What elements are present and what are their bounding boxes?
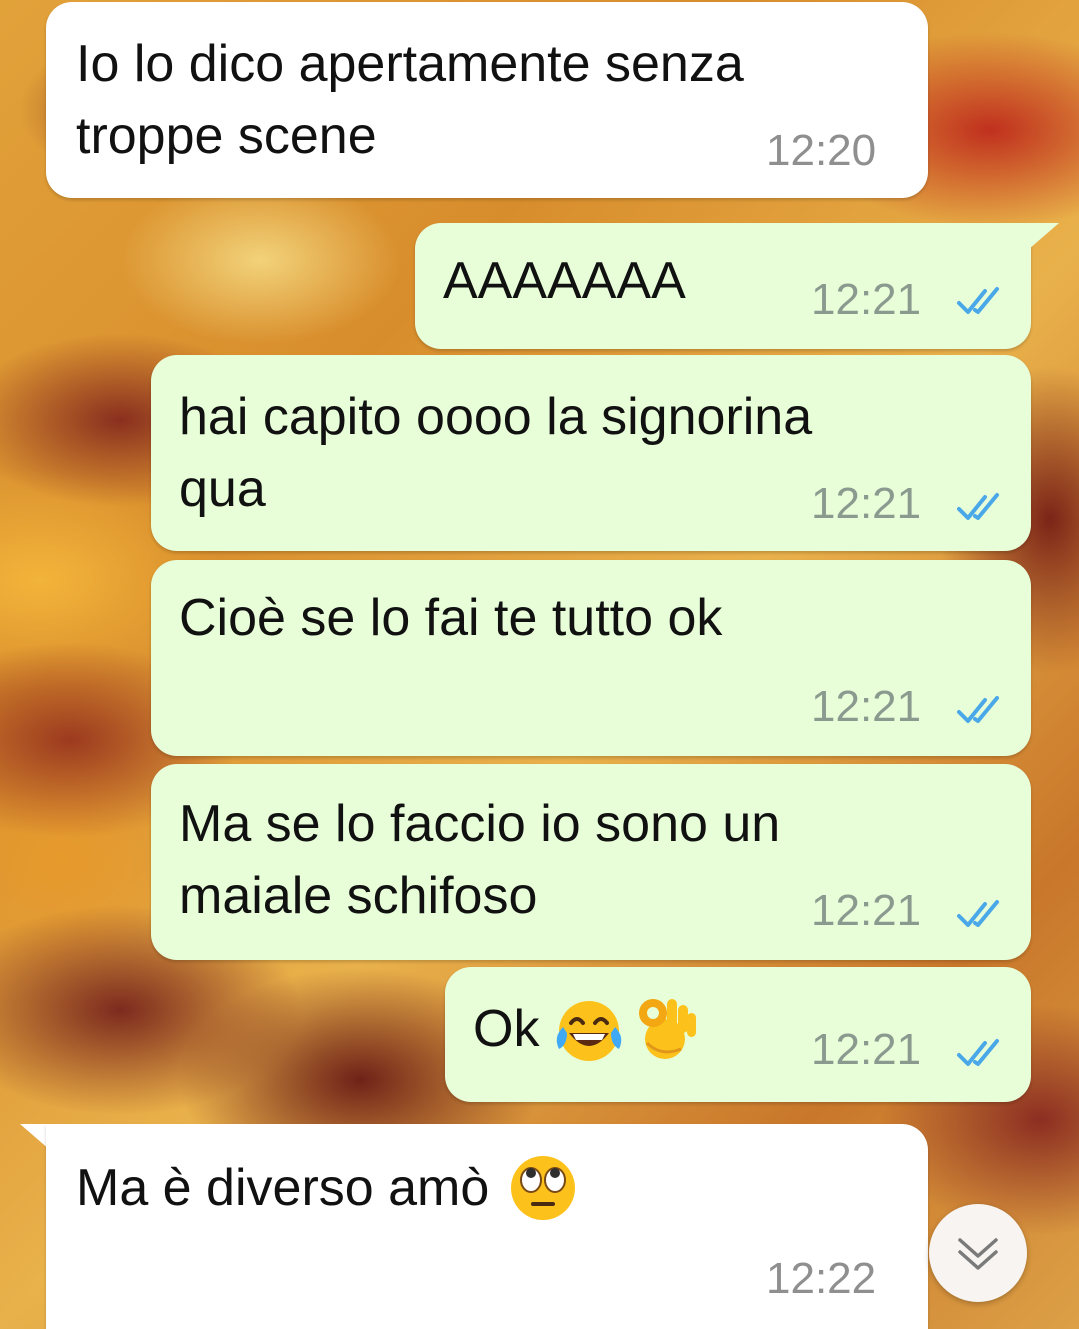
message-bubble-outgoing[interactable]: Ok 12:21 <box>445 967 1031 1102</box>
message-bubble-outgoing[interactable]: AAAAAAA 12:21 <box>415 223 1031 349</box>
message-bubble-incoming[interactable]: Ma è diverso amò 12:22 <box>46 1124 928 1329</box>
double-check-icon <box>957 696 999 723</box>
message-text: Ma se lo faccio io sono un maiale schifo… <box>179 795 781 925</box>
double-check-icon <box>957 287 999 314</box>
chevron-double-down-icon <box>958 1238 998 1270</box>
message-text-row: Ok <box>473 993 703 1065</box>
message-bubble-incoming[interactable]: Io lo dico apertamente senza troppe scen… <box>46 2 928 198</box>
message-time: 12:20 <box>766 126 877 175</box>
message-text: AAAAAAA <box>443 252 686 310</box>
message-time: 12:22 <box>766 1254 877 1303</box>
double-check-icon <box>957 900 999 927</box>
ok-hand-icon <box>639 999 697 1059</box>
scroll-to-bottom-button[interactable] <box>929 1204 1027 1302</box>
message-bubble-outgoing[interactable]: Cioè se lo fai te tutto ok 12:21 <box>151 560 1031 756</box>
message-time: 12:21 <box>811 1025 922 1074</box>
face-with-rolling-eyes-icon <box>511 1156 576 1220</box>
message-text: Ok <box>473 1000 540 1058</box>
double-check-icon <box>957 493 999 520</box>
message-bubble-outgoing[interactable]: hai capito oooo la signorina qua 12:21 <box>151 355 1031 551</box>
message-text: hai capito oooo la signorina qua <box>179 388 813 518</box>
message-time: 12:21 <box>811 275 922 324</box>
message-text: Ma è diverso amò <box>76 1159 490 1217</box>
double-check-icon <box>957 1039 999 1066</box>
message-bubble-outgoing[interactable]: Ma se lo faccio io sono un maiale schifo… <box>151 764 1031 960</box>
face-with-tears-of-joy-icon <box>557 1001 622 1061</box>
message-time: 12:21 <box>811 479 922 528</box>
message-text: Cioè se lo fai te tutto ok <box>179 589 723 647</box>
message-time: 12:21 <box>811 886 922 935</box>
message-time: 12:21 <box>811 682 922 731</box>
bubble-tail <box>1029 223 1059 249</box>
message-text-row: Ma è diverso amò <box>76 1152 579 1224</box>
message-text: Io lo dico apertamente senza troppe scen… <box>76 35 744 165</box>
